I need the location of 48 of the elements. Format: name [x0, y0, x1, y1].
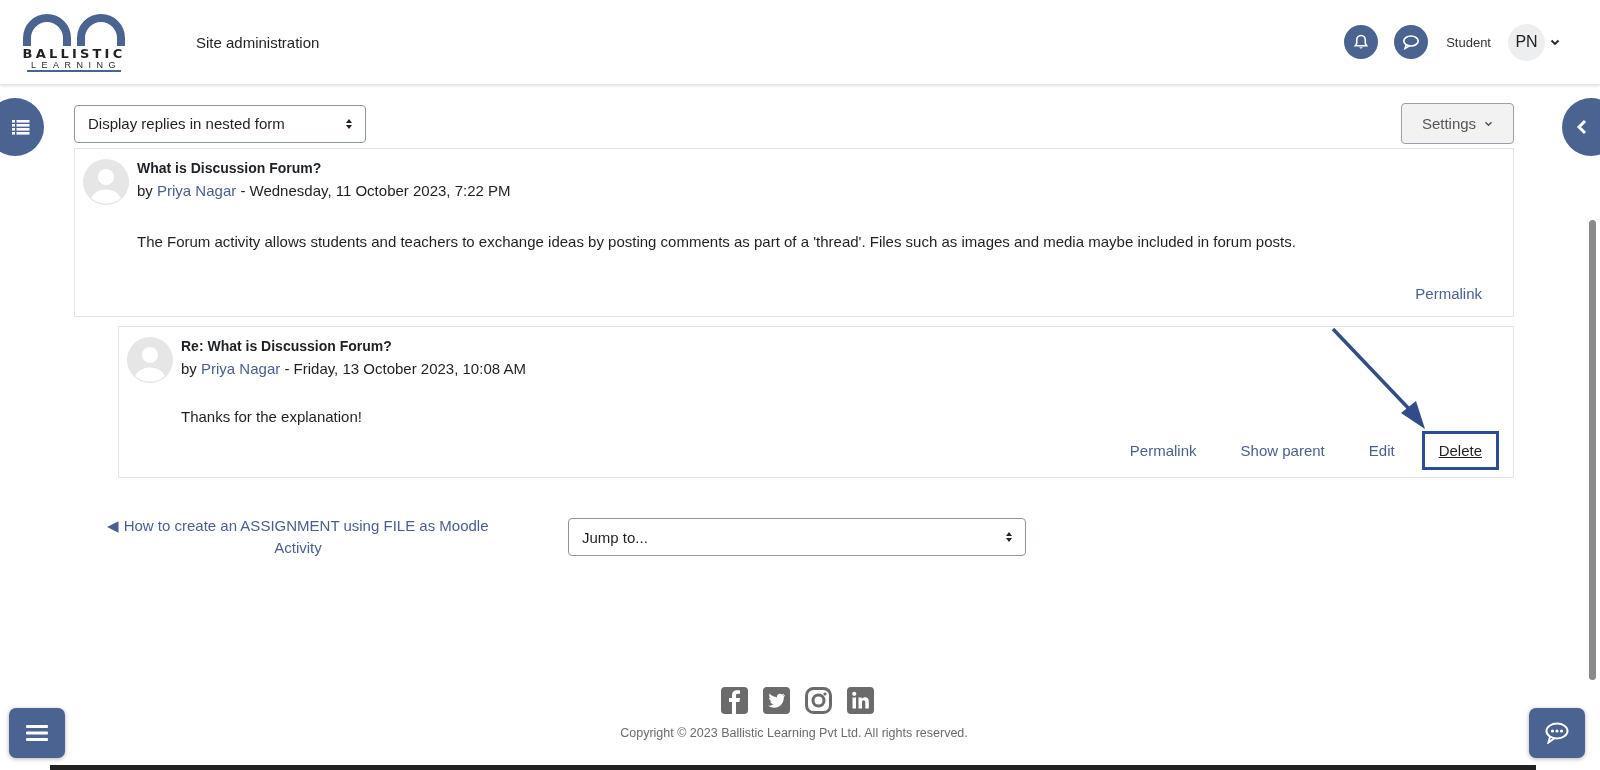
facebook-icon[interactable]: [720, 687, 748, 714]
post-action-link[interactable]: Permalink: [1112, 431, 1214, 470]
author-link[interactable]: Priya Nagar: [157, 182, 237, 199]
caret-icon: [1484, 120, 1494, 127]
jump-to-select[interactable]: Jump to...: [568, 518, 1026, 556]
previous-activity-link[interactable]: ◀ How to create an ASSIGNMENT using FILE as Moodle Activity: [94, 515, 502, 559]
caret-icon[interactable]: [1550, 38, 1560, 46]
post-date: - Friday, 13 October 2023, 10:08 AM: [284, 360, 526, 377]
byline-prefix: by: [181, 360, 197, 377]
post-action-link[interactable]: Permalink: [1398, 274, 1499, 313]
user-avatar-icon: [127, 337, 173, 383]
user-role: Student: [1446, 34, 1491, 50]
post-body: Thanks for the explanation!: [181, 408, 363, 425]
camera-icon[interactable]: [804, 687, 832, 714]
logo-arches-icon: [21, 12, 127, 46]
menu-button[interactable]: [9, 708, 65, 758]
logo-tagline: LEARNING: [27, 60, 121, 72]
site-administration-link[interactable]: Site administration: [196, 33, 320, 51]
post-body: The Forum activity allows students and teachers to exchange ideas by posting comments as part of a 'thread'. Files such as images and media maybe included in forum posts.: [137, 233, 1297, 250]
notifications-button[interactable]: [1344, 25, 1379, 59]
settings-button[interactable]: Settings: [1401, 103, 1514, 144]
sort-arrows-icon: [1005, 531, 1013, 543]
post-date: - Wednesday, 11 October 2023, 7:22 PM: [240, 182, 511, 199]
scrollbar[interactable]: [1589, 220, 1596, 680]
speech-bubble-icon: [1402, 34, 1421, 50]
byline-prefix: by: [137, 182, 153, 199]
post-action-link[interactable]: Delete: [1421, 431, 1499, 470]
sort-arrows-icon: [345, 117, 353, 130]
copyright-text: Copyright © 2023 Ballistic Learning Pvt Ltd. All rights reserved.: [620, 726, 968, 740]
post-action-link[interactable]: Edit: [1351, 431, 1412, 470]
chat-button[interactable]: [1529, 708, 1585, 758]
post-action-link[interactable]: Show parent: [1223, 431, 1342, 470]
logo-wordmark: BALLISTIC: [22, 47, 126, 60]
author-link[interactable]: Priya Nagar: [201, 360, 281, 377]
messages-button[interactable]: [1394, 25, 1429, 59]
post-subject: Re: What is Discussion Forum?: [181, 338, 393, 354]
post-subject: What is Discussion Forum?: [137, 160, 323, 176]
chevron-left-icon: [1576, 119, 1588, 135]
user-avatar-icon: [83, 159, 129, 205]
display-mode-select[interactable]: Display replies in nested form: [74, 104, 366, 143]
user-avatar[interactable]: PN: [1508, 23, 1545, 61]
bell-icon: [1353, 34, 1370, 50]
menu-icon: [26, 724, 48, 742]
chat-bubble-icon: [1544, 722, 1570, 744]
course-index-button[interactable]: [0, 98, 44, 156]
bird-icon[interactable]: [762, 687, 790, 714]
list-icon: [12, 119, 30, 135]
linkedin-icon[interactable]: [846, 687, 874, 714]
